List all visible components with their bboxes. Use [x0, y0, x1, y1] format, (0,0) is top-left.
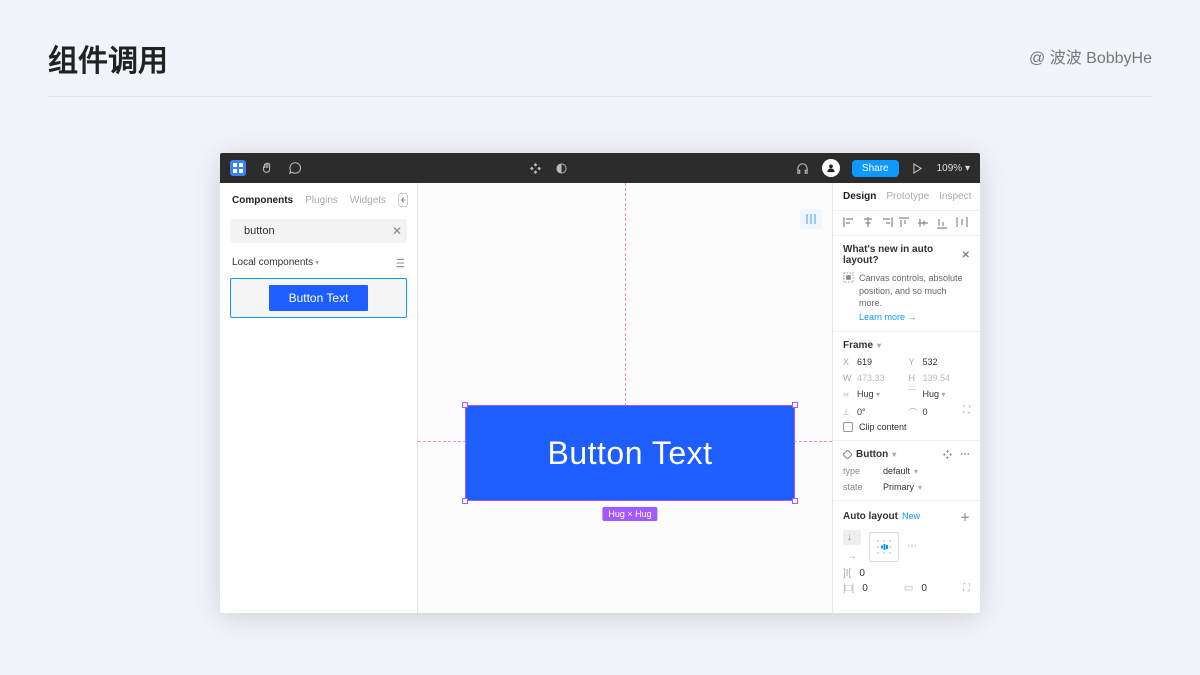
- layout-grid-toggle[interactable]: [800, 209, 822, 229]
- component-card-button[interactable]: Button Text: [230, 278, 407, 318]
- hpadding-icon: |□|: [843, 583, 854, 594]
- tab-widgets[interactable]: Widgets: [350, 195, 386, 206]
- resize-handle[interactable]: [792, 498, 798, 504]
- selected-instance[interactable]: Button Text Hug × Hug: [465, 405, 795, 501]
- frame-vresize[interactable]: Hug ▾: [923, 389, 971, 399]
- zoom-level[interactable]: 109% ▾: [937, 163, 970, 174]
- prop-type[interactable]: default▾: [883, 466, 918, 476]
- autolayout-section: Auto layout New ＋ ↓ → ⋯ ]I[ 0: [833, 501, 980, 602]
- back-to-layers-button[interactable]: [398, 193, 408, 207]
- direction-horizontal-icon[interactable]: →: [843, 549, 861, 564]
- left-panel: Components Plugins Widgets ✕ Local compo…: [220, 183, 418, 613]
- alignment-guide-vertical: [625, 183, 626, 441]
- frame-w[interactable]: 473.33: [857, 373, 905, 383]
- selection-border: [465, 405, 795, 501]
- slide-author: @ 波波 BobbyHe: [1029, 44, 1152, 68]
- add-autolayout-icon[interactable]: ＋: [960, 509, 970, 524]
- whats-new-desc: Canvas controls, absolute position, and …: [859, 272, 970, 310]
- whats-new-section: What's new in auto layout? ✕ Canvas cont…: [833, 236, 980, 332]
- close-icon[interactable]: ✕: [962, 250, 970, 261]
- canvas[interactable]: Button Text Hug × Hug: [418, 183, 832, 613]
- distribute-icon[interactable]: [956, 217, 970, 229]
- direction-vertical-icon[interactable]: ↓: [843, 530, 861, 545]
- align-controls: [833, 211, 980, 236]
- clip-content-label: Clip content: [859, 422, 907, 432]
- autolayout-more-icon[interactable]: ⋯: [907, 541, 917, 552]
- frame-y[interactable]: 532: [923, 357, 971, 367]
- align-bottom-icon[interactable]: [937, 217, 951, 229]
- align-top-icon[interactable]: [899, 217, 913, 229]
- align-vcenter-icon[interactable]: [918, 217, 932, 229]
- local-components-header[interactable]: Local components▾: [220, 251, 417, 274]
- frame-rotation[interactable]: 0°: [857, 407, 905, 417]
- tab-plugins[interactable]: Plugins: [305, 195, 338, 206]
- gap-icon: ]I[: [843, 568, 851, 579]
- tab-inspect[interactable]: Inspect: [939, 191, 971, 202]
- independent-corners-icon[interactable]: ⛶: [963, 405, 970, 416]
- hpadding-value[interactable]: 0: [862, 583, 868, 594]
- slide-title: 组件调用: [48, 36, 168, 80]
- comment-tool-icon[interactable]: [288, 161, 302, 175]
- frame-h[interactable]: 139.54: [923, 373, 971, 383]
- share-button[interactable]: Share: [852, 160, 899, 177]
- prop-state[interactable]: Primary▾: [883, 482, 922, 492]
- main-menu-button[interactable]: [230, 160, 246, 176]
- clear-search-icon[interactable]: ✕: [392, 224, 402, 238]
- gap-value[interactable]: 0: [859, 568, 865, 579]
- whats-new-title: What's new in auto layout?: [843, 244, 962, 266]
- headphones-icon[interactable]: [796, 161, 810, 175]
- align-hcenter-icon[interactable]: [862, 217, 876, 229]
- swap-instance-icon[interactable]: [943, 450, 952, 459]
- learn-more-link[interactable]: Learn more →: [859, 312, 917, 322]
- new-badge: New: [902, 511, 920, 521]
- user-avatar[interactable]: [822, 159, 840, 177]
- divider: [48, 96, 1152, 97]
- component-search[interactable]: ✕: [230, 219, 407, 243]
- instance-icon: [843, 450, 852, 459]
- frame-section: Frame▾ X619 Y532 W473.33 H139.54 ›‹Hug ▾…: [833, 332, 980, 441]
- align-left-icon[interactable]: [843, 217, 857, 229]
- resize-handle[interactable]: [462, 498, 468, 504]
- toolbar: Share 109% ▾: [220, 153, 980, 183]
- component-section: Button▾ ⋯ type default▾ state Primary▾: [833, 441, 980, 501]
- vpadding-value[interactable]: 0: [921, 583, 927, 594]
- align-right-icon[interactable]: [881, 217, 895, 229]
- figma-window: Share 109% ▾ Components Plugins Widgets …: [220, 153, 980, 613]
- vpadding-icon: ▭: [904, 583, 913, 594]
- present-icon[interactable]: [911, 161, 925, 175]
- independent-padding-icon[interactable]: ⛶: [963, 583, 970, 594]
- component-icon[interactable]: [529, 161, 543, 175]
- right-panel: Design Prototype Inspect What's new in a…: [832, 183, 980, 613]
- absolute-position-icon: [843, 272, 855, 283]
- list-view-icon[interactable]: [394, 258, 405, 268]
- size-badge: Hug × Hug: [602, 507, 657, 521]
- search-input[interactable]: [244, 225, 386, 237]
- tab-prototype[interactable]: Prototype: [886, 191, 929, 202]
- resize-handle[interactable]: [792, 402, 798, 408]
- tab-components[interactable]: Components: [232, 195, 293, 206]
- tab-design[interactable]: Design: [843, 191, 876, 202]
- hand-tool-icon[interactable]: [260, 161, 274, 175]
- component-preview: Button Text: [269, 285, 369, 311]
- frame-hresize[interactable]: Hug ▾: [857, 389, 905, 399]
- more-icon[interactable]: ⋯: [960, 449, 970, 460]
- mask-icon[interactable]: [555, 161, 569, 175]
- resize-handle[interactable]: [462, 402, 468, 408]
- frame-x[interactable]: 619: [857, 357, 905, 367]
- alignment-box[interactable]: [869, 532, 899, 562]
- clip-content-checkbox[interactable]: [843, 422, 853, 432]
